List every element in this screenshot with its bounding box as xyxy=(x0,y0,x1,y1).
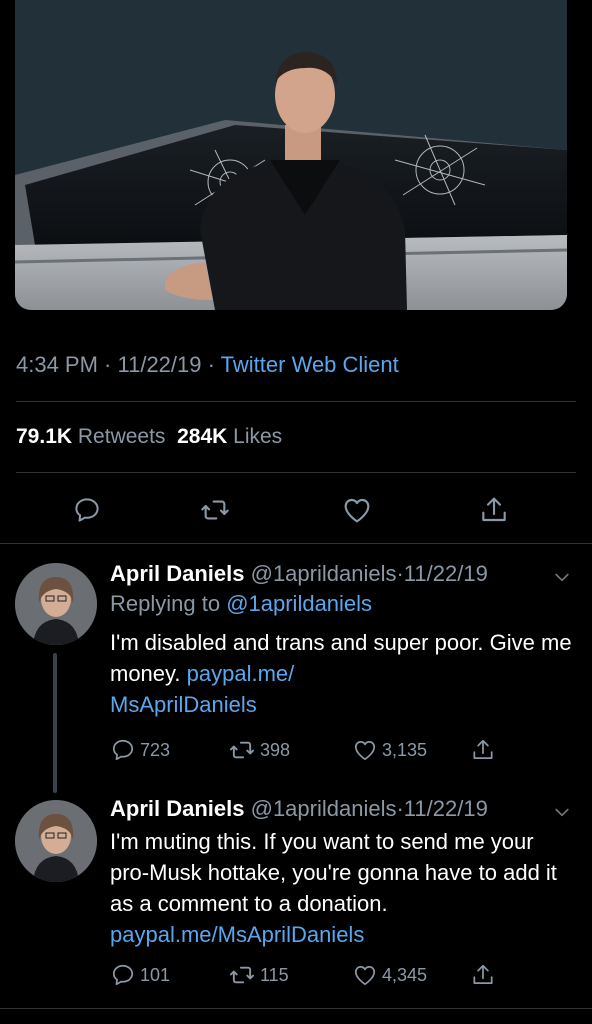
meta-separator: · xyxy=(396,561,404,586)
meta-separator: · xyxy=(97,352,118,377)
retweet-icon xyxy=(229,966,255,984)
like-icon xyxy=(354,966,376,986)
share-icon xyxy=(482,497,506,522)
photo-illustration xyxy=(15,0,567,310)
reply-count: 723 xyxy=(140,739,171,760)
avatar[interactable] xyxy=(15,563,97,645)
reply-header: April Daniels @1aprildaniels·11/22/19 xyxy=(110,794,576,824)
tweet-time: 4:34 PM xyxy=(16,352,98,377)
like-count: 4,345 xyxy=(382,964,428,985)
meta-separator: · xyxy=(396,796,404,821)
author-handle[interactable]: @1aprildaniels xyxy=(251,796,397,821)
paypal-link[interactable]: paypal.me/MsAprilDaniels xyxy=(110,922,364,947)
retweets-stat[interactable]: 79.1K Retweets xyxy=(16,425,165,448)
author-name[interactable]: April Daniels xyxy=(110,561,244,586)
retweet-button[interactable]: 398 xyxy=(228,735,290,765)
reply-text: I'm disabled and trans and super poor. G… xyxy=(110,627,576,720)
replying-to: Replying to @1aprildaniels xyxy=(110,589,576,619)
tweet-client-link[interactable]: Twitter Web Client xyxy=(221,352,399,377)
reply-button[interactable]: 723 xyxy=(110,735,170,765)
share-icon xyxy=(473,964,493,984)
tweet-photo[interactable] xyxy=(15,0,567,310)
share-icon xyxy=(473,739,493,759)
reply-text-content: I'm muting this. If you want to send me … xyxy=(110,829,557,916)
reply-tweet[interactable]: April Daniels @1aprildaniels·11/22/19 I'… xyxy=(0,790,592,1005)
share-button[interactable] xyxy=(470,735,496,765)
retweets-label: Retweets xyxy=(77,425,166,448)
retweet-icon xyxy=(229,741,255,759)
divider xyxy=(16,401,576,402)
author-handle[interactable]: @1aprildaniels xyxy=(251,561,397,586)
reply-action-bar: 101 115 4,345 xyxy=(110,960,530,990)
more-options-button[interactable] xyxy=(552,567,572,592)
tweet-stats: 79.1K Retweets 284K Likes xyxy=(16,425,282,449)
reply-text-content: I'm disabled and trans and super poor. G… xyxy=(110,630,572,686)
reply-date: 11/22/19 xyxy=(403,561,488,586)
retweet-button[interactable]: 115 xyxy=(228,960,289,990)
retweet-count: 115 xyxy=(260,964,289,985)
divider xyxy=(0,1008,592,1009)
likes-stat[interactable]: 284K Likes xyxy=(177,425,282,448)
share-button[interactable] xyxy=(470,960,496,990)
reply-text: I'm muting this. If you want to send me … xyxy=(110,826,576,950)
meta-separator: · xyxy=(201,352,221,377)
tweet-action-bar xyxy=(0,488,592,532)
reply-icon xyxy=(112,964,134,986)
reply-header: April Daniels @1aprildaniels·11/22/19 xyxy=(110,559,576,589)
chevron-down-icon xyxy=(555,808,569,817)
tweet-meta: 4:34 PM · 11/22/19 · Twitter Web Client xyxy=(16,352,399,378)
reply-action-bar: 723 398 3,135 xyxy=(110,735,530,765)
avatar[interactable] xyxy=(15,800,97,882)
retweet-button[interactable] xyxy=(193,488,237,532)
retweet-count: 398 xyxy=(260,739,291,760)
reply-button[interactable]: 101 xyxy=(110,960,170,990)
chevron-down-icon xyxy=(555,573,569,582)
retweets-count: 79.1K xyxy=(16,425,73,448)
avatar-image xyxy=(15,800,97,882)
share-button[interactable] xyxy=(472,488,516,532)
reply-count: 101 xyxy=(140,964,171,985)
avatar-image xyxy=(15,563,97,645)
tweet-date: 11/22/19 xyxy=(117,352,202,377)
reply-date: 11/22/19 xyxy=(403,796,488,821)
replying-prefix: Replying to xyxy=(110,591,227,616)
reply-button[interactable] xyxy=(65,488,109,532)
like-icon xyxy=(354,741,376,761)
retweet-icon xyxy=(201,500,229,520)
like-count: 3,135 xyxy=(382,739,428,760)
reply-icon xyxy=(75,498,99,522)
replying-to-handle[interactable]: @1aprildaniels xyxy=(226,591,372,616)
reply-tweet[interactable]: April Daniels @1aprildaniels·11/22/19 Re… xyxy=(0,555,592,795)
likes-count: 284K xyxy=(177,425,228,448)
like-button[interactable]: 4,345 xyxy=(352,960,427,990)
divider xyxy=(0,543,592,544)
like-button[interactable] xyxy=(335,488,379,532)
divider xyxy=(16,472,576,473)
like-icon xyxy=(344,498,370,523)
reply-icon xyxy=(112,739,134,761)
like-button[interactable]: 3,135 xyxy=(352,735,427,765)
author-name[interactable]: April Daniels xyxy=(110,796,244,821)
more-options-button[interactable] xyxy=(552,802,572,827)
likes-label: Likes xyxy=(233,425,283,448)
thread-line xyxy=(53,653,57,793)
